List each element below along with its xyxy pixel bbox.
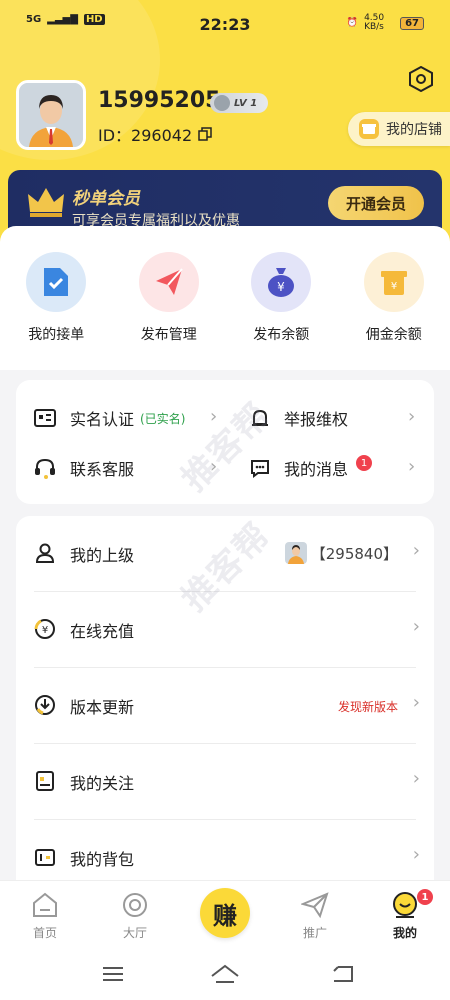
real-name-status: (已实名) <box>140 411 186 426</box>
back-icon[interactable] <box>332 965 354 983</box>
tab-label: 我的 <box>392 926 417 940</box>
vip-title: 秒单会员 <box>72 189 140 209</box>
settings-hexagon-icon[interactable] <box>408 66 434 92</box>
messages-badge: 1 <box>356 455 373 471</box>
support-item[interactable]: 联系客服 <box>34 456 134 480</box>
report-label: 举报维权 <box>284 410 349 429</box>
tab-hall[interactable]: 大厅 <box>105 891 165 941</box>
paper-plane-icon <box>155 268 183 295</box>
username: 15995205 <box>98 88 221 113</box>
quick-label: 发布余额 <box>253 327 310 343</box>
battery-indicator: 67 <box>400 16 424 30</box>
version-update-label: 版本更新 <box>70 698 135 717</box>
level-shield-icon <box>214 95 230 111</box>
home-icon <box>33 892 57 917</box>
money-bag-icon: ¥ <box>268 268 295 297</box>
quick-label: 发布管理 <box>140 327 197 343</box>
chevron-right-icon: › <box>408 406 416 427</box>
my-shop-button[interactable]: 我的店铺 <box>348 112 450 146</box>
settings-list-card: 我的上级 【295840】 › ¥ 在线充值 › 版本更新 发现新版本 › 我的… <box>16 516 434 896</box>
version-update-row[interactable]: 版本更新 发现新版本 › <box>16 668 434 744</box>
new-version-text: 发现新版本 <box>337 700 398 714</box>
quick-my-orders[interactable]: 我的接单 <box>0 252 113 344</box>
status-bar: 5G ▂▃▅▇ HD 22:23 ⏰ 4.50 KB/s 67 <box>0 0 450 50</box>
superior-avatar <box>284 542 307 564</box>
backpack-icon <box>35 849 55 866</box>
user-id-row: ID：296042 <box>98 122 212 146</box>
quick-actions: 我的接单 发布管理 ¥ 发布余额 ¥ 佣金余额 <box>0 252 450 344</box>
tab-mine[interactable]: 我的 1 <box>375 889 435 941</box>
recharge-label: 在线充值 <box>70 622 135 641</box>
grid-menu-card: 实名认证 (已实名) › 举报维权 › 联系客服 › 我的消息 1 › <box>16 380 434 504</box>
report-item[interactable]: 举报维权 <box>250 406 348 430</box>
superior-row[interactable]: 我的上级 【295840】 › <box>16 516 434 592</box>
backpack-label: 我的背包 <box>70 850 135 869</box>
network-speed: 4.50 KB/s <box>364 13 385 32</box>
tab-label: 首页 <box>32 926 57 940</box>
real-name-item[interactable]: 实名认证 (已实名) <box>34 406 185 430</box>
chevron-right-icon: › <box>408 456 416 477</box>
quick-publish-manage[interactable]: 发布管理 <box>113 252 226 344</box>
quick-label: 佣金余额 <box>365 327 422 343</box>
chevron-right-icon: › <box>210 406 218 427</box>
svg-text:¥: ¥ <box>391 281 397 292</box>
level-badge: LV 1 <box>210 93 268 113</box>
menu-icon[interactable] <box>102 966 124 982</box>
shop-icon <box>359 119 379 139</box>
svg-text:¥: ¥ <box>42 625 48 636</box>
quick-publish-balance[interactable]: ¥ 发布余额 <box>225 252 338 344</box>
svg-text:¥: ¥ <box>277 280 285 294</box>
real-name-label: 实名认证 <box>70 410 135 429</box>
message-bubble-icon <box>251 460 269 478</box>
mine-badge: 1 <box>417 889 433 905</box>
superior-label: 我的上级 <box>70 546 135 565</box>
quick-label: 我的接单 <box>28 327 85 343</box>
headset-icon <box>35 458 55 479</box>
target-icon <box>123 893 147 917</box>
chevron-right-icon: › <box>412 540 420 561</box>
tab-promote[interactable]: 推广 <box>285 891 345 941</box>
wallet-icon: ¥ <box>380 271 407 295</box>
shop-label: 我的店铺 <box>386 122 442 138</box>
earn-button[interactable]: 赚 <box>200 888 250 938</box>
smile-face-icon <box>393 892 417 918</box>
tab-label: 大厅 <box>122 926 147 940</box>
copy-icon[interactable] <box>198 127 212 141</box>
recharge-coin-icon: ¥ <box>34 619 55 639</box>
id-card-icon <box>34 409 56 427</box>
update-icon <box>35 695 55 715</box>
avatar[interactable] <box>16 80 86 150</box>
person-icon <box>35 543 55 563</box>
chevron-right-icon: › <box>412 692 420 713</box>
chevron-right-icon: › <box>412 616 420 637</box>
alarm-icon: ⏰ <box>346 18 359 28</box>
level-text: LV 1 <box>234 97 258 109</box>
follow-row[interactable]: 我的关注 › <box>16 744 434 820</box>
open-vip-button[interactable]: 开通会员 <box>328 186 424 220</box>
document-check-icon <box>44 268 69 296</box>
system-nav-bar <box>0 950 450 1000</box>
quick-commission-balance[interactable]: ¥ 佣金余额 <box>338 252 450 344</box>
user-id: ID：296042 <box>98 126 193 145</box>
messages-label: 我的消息 <box>284 460 349 479</box>
alarm-bell-icon <box>252 409 268 426</box>
recharge-row[interactable]: ¥ 在线充值 › <box>16 592 434 668</box>
superior-id: 【295840】 <box>310 544 398 563</box>
chevron-right-icon: › <box>412 844 420 865</box>
support-label: 联系客服 <box>70 460 135 479</box>
follow-list-icon <box>36 771 54 791</box>
messages-item[interactable]: 我的消息 1 <box>250 455 373 480</box>
follow-label: 我的关注 <box>70 774 135 793</box>
chevron-right-icon: › <box>412 768 420 789</box>
tab-label: 推广 <box>302 926 327 940</box>
home-nav-icon[interactable] <box>210 964 240 984</box>
crown-icon <box>28 188 64 217</box>
paper-plane-icon <box>299 892 329 919</box>
chevron-right-icon: › <box>210 456 218 477</box>
tab-home[interactable]: 首页 <box>15 891 75 941</box>
